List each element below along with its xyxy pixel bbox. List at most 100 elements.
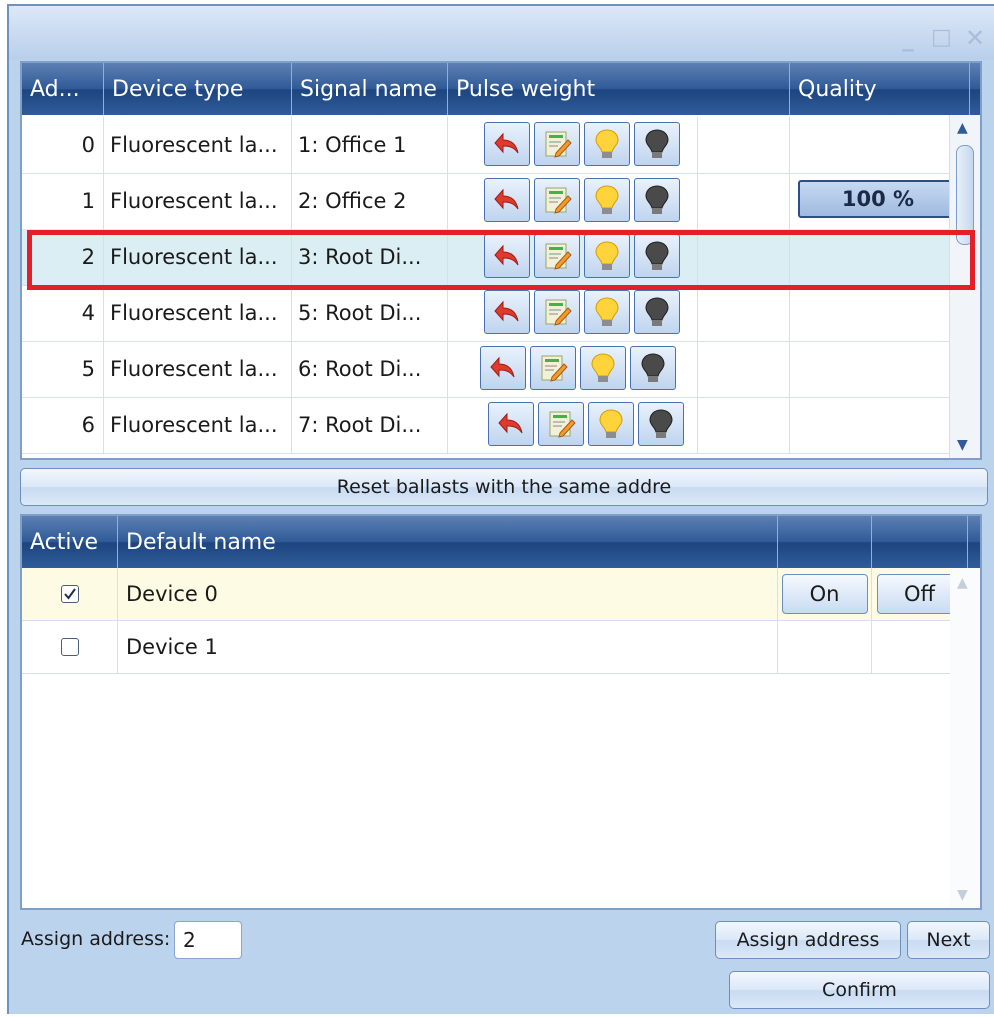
device-name: Device 1	[118, 621, 778, 673]
undo-arrow-icon	[492, 185, 522, 215]
spacer-cell	[698, 285, 790, 341]
edit-note-icon	[542, 185, 572, 215]
undo-arrow-button[interactable]	[480, 346, 526, 390]
edit-note-icon	[546, 409, 576, 439]
edit-note-icon	[538, 353, 568, 383]
undo-arrow-button[interactable]	[488, 402, 534, 446]
edit-note-button[interactable]	[534, 178, 580, 222]
edit-note-icon	[542, 129, 572, 159]
close-button[interactable]: ✕	[965, 26, 985, 50]
table-row[interactable]: 1 Fluorescent la... 2: Office 2 100 %	[22, 173, 958, 230]
column-header-default-name[interactable]: Default name	[118, 516, 778, 568]
bulb-on-button[interactable]	[584, 290, 630, 334]
signal-name-cell: 1: Office 1	[292, 117, 448, 173]
scroll-down-icon[interactable]: ▼	[957, 438, 968, 452]
edit-note-icon	[542, 241, 572, 271]
undo-arrow-icon	[492, 129, 522, 159]
reset-ballasts-button[interactable]: Reset ballasts with the same addre	[20, 468, 988, 506]
scroll-up-icon[interactable]: ▲	[957, 121, 968, 135]
quality-cell	[790, 229, 954, 285]
bulb-on-button[interactable]	[580, 346, 626, 390]
edit-note-icon	[542, 297, 572, 327]
bulb-off-button[interactable]	[634, 178, 680, 222]
assign-address-button[interactable]: Assign address	[715, 921, 901, 959]
list-item[interactable]: Device 0 On Off	[22, 568, 968, 621]
bulb-off-button[interactable]	[630, 346, 676, 390]
undo-arrow-button[interactable]	[484, 290, 530, 334]
signal-name-cell: 3: Root Di...	[292, 229, 448, 285]
column-header-address[interactable]: Ad...	[22, 63, 104, 115]
undo-arrow-button[interactable]	[484, 178, 530, 222]
quality-cell	[790, 285, 954, 341]
table-row[interactable]: 6 Fluorescent la... 7: Root Di...	[22, 397, 950, 454]
quality-cell	[790, 117, 954, 173]
scroll-down-icon[interactable]: ▼	[957, 888, 968, 902]
table-row[interactable]: 4 Fluorescent la... 5: Root Di...	[22, 285, 950, 342]
list-item[interactable]: Device 1	[22, 621, 968, 674]
assign-address-label: Assign address:	[21, 928, 171, 950]
bulb-off-button[interactable]	[634, 234, 680, 278]
edit-note-button[interactable]	[534, 290, 580, 334]
next-button[interactable]: Next	[907, 921, 990, 959]
bulb-off-button[interactable]	[638, 402, 684, 446]
undo-arrow-icon	[492, 297, 522, 327]
bulb-on-button[interactable]	[588, 402, 634, 446]
table-row[interactable]: 0 Fluorescent la... 1: Office 1	[22, 117, 950, 174]
bulb-off-icon	[642, 184, 672, 216]
bulb-on-icon	[592, 128, 622, 160]
address-cell: 4	[22, 285, 104, 341]
active-checkbox[interactable]	[60, 585, 79, 603]
spacer-cell	[698, 397, 790, 453]
signal-name-cell: 2: Office 2	[292, 173, 448, 229]
undo-arrow-button[interactable]	[484, 234, 530, 278]
column-header-on	[778, 516, 872, 568]
edit-note-button[interactable]	[538, 402, 584, 446]
bulb-on-icon	[592, 184, 622, 216]
on-button[interactable]: On	[781, 574, 868, 614]
edit-note-button[interactable]	[530, 346, 576, 390]
address-cell: 6	[22, 397, 104, 453]
address-cell: 1	[22, 173, 104, 229]
default-grid-scrollbar[interactable]: ▲ ▼	[950, 568, 980, 908]
default-name-grid: Active Default name Device 0 On Off Devi…	[20, 514, 982, 910]
column-header-pulse-weight[interactable]: Pulse weight	[448, 63, 790, 115]
spacer-cell	[698, 117, 790, 173]
bulb-on-button[interactable]	[584, 234, 630, 278]
edit-note-button[interactable]	[534, 122, 580, 166]
column-header-quality[interactable]: Quality	[790, 63, 970, 115]
scroll-thumb[interactable]	[956, 145, 974, 245]
scroll-up-icon[interactable]: ▲	[957, 576, 968, 590]
quality-cell	[790, 341, 954, 397]
column-header-signal-name[interactable]: Signal name	[292, 63, 448, 115]
active-checkbox[interactable]	[60, 638, 79, 656]
device-type-cell: Fluorescent la...	[104, 341, 292, 397]
edit-note-button[interactable]	[534, 234, 580, 278]
checkmark-icon	[63, 588, 76, 600]
assign-address-input[interactable]: 2	[174, 921, 242, 959]
maximize-button[interactable]: □	[931, 26, 952, 50]
title-bar: _ □ ✕	[9, 6, 994, 60]
device-type-cell: Fluorescent la...	[104, 117, 292, 173]
quality-cell	[790, 397, 954, 453]
bulb-on-button[interactable]	[584, 178, 630, 222]
bulb-on-icon	[592, 240, 622, 272]
table-row[interactable]: 5 Fluorescent la... 6: Root Di...	[22, 341, 950, 398]
undo-arrow-button[interactable]	[484, 122, 530, 166]
device-type-cell: Fluorescent la...	[104, 229, 292, 285]
confirm-button[interactable]: Confirm	[729, 971, 990, 1009]
bulb-off-icon	[642, 128, 672, 160]
column-header-active[interactable]: Active	[22, 516, 118, 568]
minimize-button[interactable]: _	[902, 26, 914, 50]
signal-name-cell: 7: Root Di...	[292, 397, 448, 453]
column-header-device-type[interactable]: Device type	[104, 63, 292, 115]
bulb-on-button[interactable]	[584, 122, 630, 166]
bulb-off-button[interactable]	[634, 290, 680, 334]
dialog-window: _ □ ✕ Ad... Device type Signal name Puls…	[7, 4, 994, 1014]
table-row[interactable]: 2 Fluorescent la... 3: Root Di...	[22, 229, 950, 286]
spacer-cell	[698, 229, 790, 285]
devices-grid-header: Ad... Device type Signal name Pulse weig…	[22, 63, 980, 115]
signal-name-cell: 5: Root Di...	[292, 285, 448, 341]
bulb-off-button[interactable]	[634, 122, 680, 166]
devices-scrollbar[interactable]: ▲ ▼	[949, 115, 980, 458]
default-grid-header: Active Default name	[22, 516, 980, 568]
